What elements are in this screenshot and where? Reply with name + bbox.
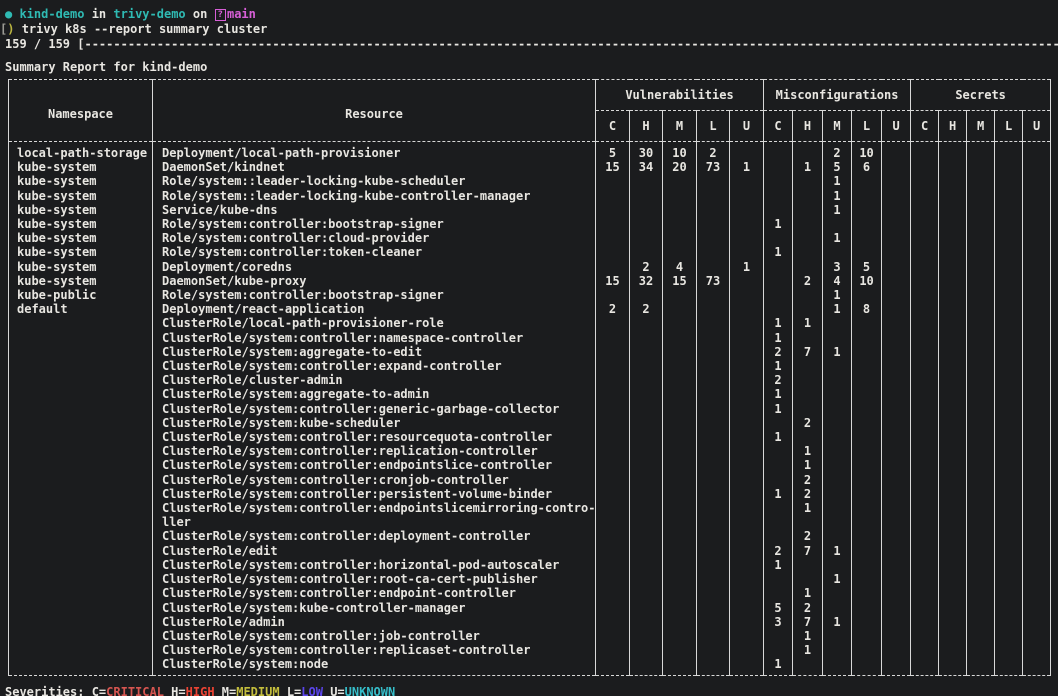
shell-prompt-line: ● kind-demo in trivy-demo on ?main bbox=[0, 7, 1058, 22]
progress-bar: ----------------------------------------… bbox=[84, 37, 1058, 51]
legend-label-high: HIGH bbox=[186, 685, 215, 696]
misconfig-low-column: 10 6 5 10 8 bbox=[852, 142, 882, 676]
misconfig-medium-header: M bbox=[823, 111, 852, 142]
command-text: trivy k8s --report summary cluster bbox=[14, 22, 267, 36]
namespace-column-values: local-path-storage kube-system kube-syst… bbox=[9, 142, 153, 676]
misconfig-critical-header: C bbox=[764, 111, 793, 142]
secrets-unknown-header: U bbox=[1023, 111, 1051, 142]
secrets-low-header: L bbox=[995, 111, 1023, 142]
vuln-low-column: 2 73 73 bbox=[697, 142, 730, 676]
legend-label-critical: CRITICAL bbox=[106, 685, 164, 696]
prompt-separator-on: on bbox=[186, 7, 215, 21]
vuln-critical-header: C bbox=[596, 111, 630, 142]
secrets-low-column bbox=[995, 142, 1023, 676]
vuln-high-column: 30 34 2 32 2 bbox=[630, 142, 663, 676]
summary-report-table: Namespace Resource Vulnerabilities Misco… bbox=[8, 79, 1051, 676]
severity-legend: Severities: C=CRITICAL H=HIGH M=MEDIUM L… bbox=[0, 685, 1058, 696]
report-title: Summary Report for kind-demo bbox=[0, 60, 1058, 75]
vuln-critical-column: 5 15 15 2 bbox=[596, 142, 630, 676]
legend-label-medium: MEDIUM bbox=[236, 685, 279, 696]
column-group-vulnerabilities: Vulnerabilities bbox=[596, 80, 764, 111]
command-line: [) trivy k8s --report summary cluster bbox=[0, 22, 1058, 37]
vuln-low-header: L bbox=[697, 111, 730, 142]
vuln-unknown-column: 1 1 bbox=[730, 142, 764, 676]
misconfig-unknown-header: U bbox=[882, 111, 911, 142]
table-body-row: local-path-storage kube-system kube-syst… bbox=[9, 142, 1051, 676]
git-branch-icon: ? bbox=[215, 9, 226, 21]
secrets-medium-column bbox=[967, 142, 995, 676]
secrets-critical-column bbox=[911, 142, 939, 676]
vuln-medium-header: M bbox=[663, 111, 697, 142]
progress-label: 159 / 159 [ bbox=[5, 37, 84, 51]
prompt-repo: trivy-demo bbox=[113, 7, 185, 21]
misconfig-high-column: 1 2 1 7 2 1 1 2 2 1 2 7 1 2 7 1 1 bbox=[793, 142, 823, 676]
legend-key-unknown: U= bbox=[323, 685, 345, 696]
resource-column-values: Deployment/local-path-provisioner Daemon… bbox=[153, 142, 596, 676]
legend-label-unknown: UNKNOWN bbox=[345, 685, 396, 696]
legend-prefix: Severities: bbox=[5, 685, 92, 696]
column-group-misconfigurations: Misconfigurations bbox=[764, 80, 911, 111]
misconfig-unknown-column bbox=[882, 142, 911, 676]
legend-label-low: LOW bbox=[301, 685, 323, 696]
misconfig-medium-column: 2 5 1 1 1 1 3 4 1 1 1 1 1 1 bbox=[823, 142, 852, 676]
secrets-high-column bbox=[939, 142, 967, 676]
secrets-medium-header: M bbox=[967, 111, 995, 142]
prompt-separator-in: in bbox=[84, 7, 113, 21]
misconfig-critical-column: 1 1 1 1 2 1 2 1 1 1 1 2 1 5 3 1 bbox=[764, 142, 793, 676]
column-group-secrets: Secrets bbox=[911, 80, 1051, 111]
terminal-window: ● kind-demo in trivy-demo on ?main [) tr… bbox=[0, 0, 1058, 696]
secrets-high-header: H bbox=[939, 111, 967, 142]
vuln-high-header: H bbox=[630, 111, 663, 142]
secrets-unknown-column bbox=[1023, 142, 1051, 676]
legend-key-low: L= bbox=[280, 685, 302, 696]
column-header-resource: Resource bbox=[153, 80, 596, 142]
legend-key-critical: C= bbox=[92, 685, 106, 696]
prompt-directory: kind-demo bbox=[12, 7, 84, 21]
secrets-critical-header: C bbox=[911, 111, 939, 142]
vuln-unknown-header: U bbox=[730, 111, 764, 142]
git-branch-name: main bbox=[227, 7, 256, 21]
column-header-namespace: Namespace bbox=[9, 80, 153, 142]
legend-key-high: H= bbox=[164, 685, 186, 696]
progress-line: 159 / 159 [-----------------------------… bbox=[0, 37, 1058, 52]
misconfig-high-header: H bbox=[793, 111, 823, 142]
misconfig-low-header: L bbox=[852, 111, 882, 142]
vuln-medium-column: 10 20 4 15 bbox=[663, 142, 697, 676]
legend-key-medium: M= bbox=[215, 685, 237, 696]
